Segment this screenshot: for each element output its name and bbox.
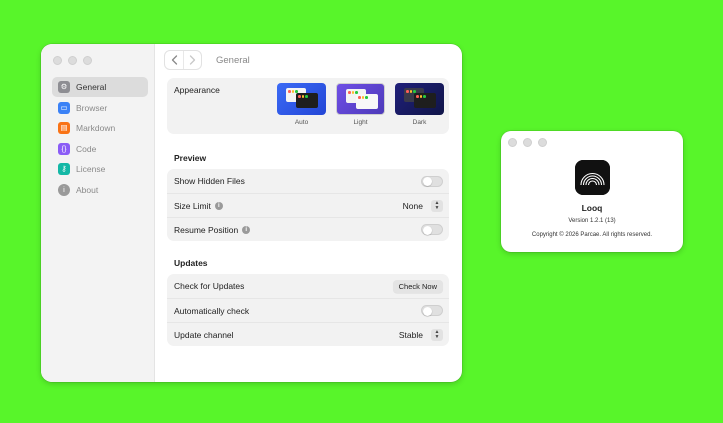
zoom-button[interactable]	[538, 138, 547, 147]
key-icon: ⚷	[58, 163, 70, 175]
appearance-card: Appearance Auto Light Dark	[167, 78, 449, 134]
sidebar-item-about[interactable]: i About	[52, 180, 148, 200]
sidebar-item-label: Markdown	[76, 123, 116, 133]
about-window: Looq Version 1.2.1 (13) Copyright © 2026…	[501, 131, 683, 252]
chevron-left-icon	[171, 55, 177, 65]
update-channel-select[interactable]: Stable ▲ ▼	[398, 328, 443, 341]
theme-option-dark[interactable]: Dark	[395, 83, 444, 126]
code-icon: {}	[58, 142, 70, 155]
gear-icon: ⚙	[58, 81, 70, 93]
check-for-updates-row: Check for Updates Check Now	[167, 274, 449, 298]
sidebar-item-label: General	[76, 82, 107, 92]
settings-content: Appearance Auto Light Dark Preview Show …	[167, 78, 449, 346]
size-limit-label-group: Size Limit i	[174, 201, 223, 211]
size-limit-row: Size Limit i None ▲ ▼	[167, 193, 449, 217]
sidebar-item-browser[interactable]: ▭ Browser	[52, 98, 148, 118]
sidebar-item-general[interactable]: ⚙ General	[52, 77, 148, 97]
forward-button[interactable]	[183, 51, 201, 69]
size-limit-label: Size Limit	[174, 200, 211, 211]
mini-window-front	[356, 94, 378, 109]
browser-icon: ▭	[58, 101, 70, 114]
theme-label: Light	[353, 119, 368, 126]
preview-card: Show Hidden Files Size Limit i None ▲ ▼ Re…	[167, 169, 449, 241]
mini-window-front	[414, 93, 436, 108]
close-button[interactable]	[53, 56, 62, 65]
settings-window: ⚙ General ▭ Browser ▤ Markdown {} Code ⚷…	[41, 44, 462, 382]
show-hidden-files-toggle[interactable]	[421, 175, 443, 187]
update-channel-label: Update channel	[174, 329, 234, 340]
close-button[interactable]	[508, 138, 517, 147]
preview-section-title: Preview	[174, 153, 207, 163]
theme-option-auto[interactable]: Auto	[277, 83, 326, 126]
resume-position-toggle[interactable]	[421, 224, 443, 235]
app-version: Version 1.2.1 (13)	[568, 218, 616, 224]
updates-section-title: Updates	[174, 258, 208, 268]
window-controls	[53, 56, 92, 65]
update-channel-value: Stable	[398, 329, 423, 340]
check-now-button[interactable]: Check Now	[392, 279, 443, 293]
minimize-button[interactable]	[68, 56, 77, 65]
resume-position-label: Resume Position	[174, 224, 239, 235]
up-down-chevron-icon: ▲ ▼	[431, 328, 443, 341]
copyright-text: Copyright © 2026 Parcae. All rights rese…	[531, 232, 653, 238]
size-limit-value: None	[402, 200, 423, 211]
resume-position-row: Resume Position i	[167, 217, 449, 241]
light-theme-thumbnail	[336, 83, 385, 115]
appearance-label: Appearance	[174, 85, 220, 95]
app-logo-icon	[575, 160, 610, 195]
back-button[interactable]	[165, 51, 183, 69]
info-icon[interactable]: i	[214, 202, 223, 211]
app-icon	[575, 160, 610, 195]
sidebar-item-license[interactable]: ⚷ License	[52, 159, 148, 179]
sidebar: ⚙ General ▭ Browser ▤ Markdown {} Code ⚷…	[41, 44, 155, 382]
zoom-button[interactable]	[83, 56, 92, 65]
sidebar-item-markdown[interactable]: ▤ Markdown	[52, 118, 148, 138]
automatically-check-label: Automatically check	[174, 305, 250, 316]
show-hidden-files-label: Show Hidden Files	[174, 176, 245, 186]
sidebar-item-label: About	[76, 184, 99, 195]
automatically-check-row: Automatically check	[167, 298, 449, 322]
check-for-updates-label: Check for Updates	[174, 281, 245, 291]
updates-card: Check for Updates Check Now Automaticall…	[167, 274, 449, 346]
sidebar-item-label: License	[76, 164, 106, 174]
window-controls	[508, 138, 547, 147]
size-limit-select[interactable]: None ▲ ▼	[402, 199, 443, 212]
auto-theme-thumbnail	[277, 83, 326, 115]
automatically-check-toggle[interactable]	[421, 305, 443, 316]
minimize-button[interactable]	[523, 138, 532, 147]
mini-window-front	[296, 93, 318, 108]
info-icon: i	[58, 183, 70, 196]
theme-option-light[interactable]: Light	[336, 83, 385, 126]
page-title: General	[216, 54, 250, 66]
sidebar-item-label: Browser	[76, 102, 108, 113]
show-hidden-files-row: Show Hidden Files	[167, 169, 449, 193]
markdown-icon: ▤	[58, 122, 70, 134]
update-channel-row: Update channel Stable ▲ ▼	[167, 322, 449, 346]
sidebar-item-label: Code	[76, 143, 97, 154]
up-down-chevron-icon: ▲ ▼	[431, 199, 443, 212]
navigation-buttons	[164, 50, 202, 70]
dark-theme-thumbnail	[395, 83, 444, 115]
theme-label: Dark	[412, 119, 427, 126]
titlebar: General	[155, 44, 462, 76]
chevron-right-icon	[189, 55, 196, 65]
resume-position-label-group: Resume Position i	[174, 224, 251, 235]
info-icon[interactable]: i	[242, 226, 251, 235]
sidebar-nav: ⚙ General ▭ Browser ▤ Markdown {} Code ⚷…	[52, 77, 148, 200]
sidebar-item-code[interactable]: {} Code	[52, 139, 148, 159]
app-name: Looq	[581, 203, 603, 213]
theme-label: Auto	[294, 119, 309, 126]
theme-picker: Auto Light Dark	[277, 83, 444, 126]
